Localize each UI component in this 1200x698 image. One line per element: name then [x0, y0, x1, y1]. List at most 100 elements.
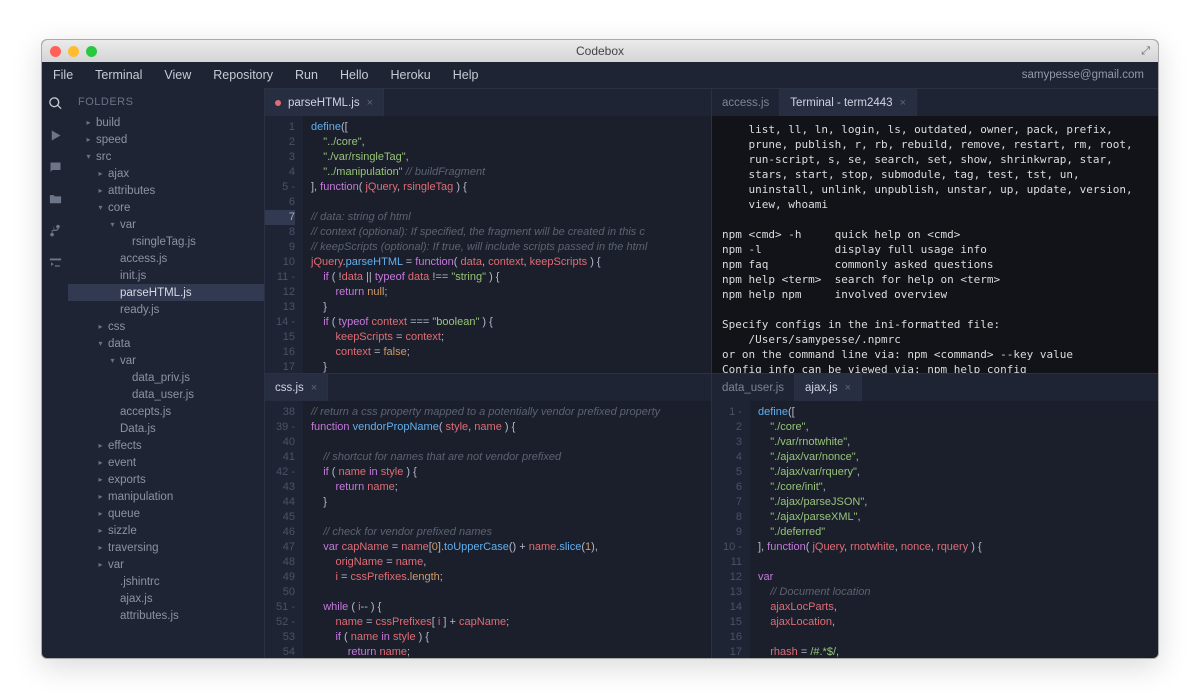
- menu-repository[interactable]: Repository: [202, 68, 284, 82]
- user-email[interactable]: samypesse@gmail.com: [1022, 69, 1158, 81]
- tree-item[interactable]: ▸speed: [68, 131, 264, 148]
- tree-item[interactable]: init.js: [68, 267, 264, 284]
- chevron-icon: ▸: [96, 169, 105, 178]
- tree-item[interactable]: rsingleTag.js: [68, 233, 264, 250]
- menu-hello[interactable]: Hello: [329, 68, 380, 82]
- run-icon[interactable]: [48, 128, 63, 146]
- maximize-button[interactable]: [86, 46, 97, 57]
- tree-item[interactable]: ▸ajax: [68, 165, 264, 182]
- tree-label: manipulation: [108, 491, 173, 503]
- tree-item[interactable]: parseHTML.js: [68, 284, 264, 301]
- expand-icon[interactable]: ⤢: [1141, 45, 1150, 58]
- menu-run[interactable]: Run: [284, 68, 329, 82]
- chat-icon[interactable]: [48, 160, 63, 178]
- sidebar: FOLDERS ▸build▸speed▾src▸ajax▸attributes…: [68, 88, 264, 658]
- tree-label: Data.js: [120, 423, 156, 435]
- close-icon[interactable]: ×: [311, 382, 317, 394]
- tab-bar: css.js×: [265, 374, 711, 401]
- editor[interactable]: 1 2 3 4 5 -6 7 8 9 10 11 -12 13 14 -15 1…: [265, 116, 711, 373]
- chevron-icon: ▸: [96, 543, 105, 552]
- tree-item[interactable]: ▸queue: [68, 505, 264, 522]
- tab[interactable]: parseHTML.js ×: [265, 89, 384, 116]
- pane-bottom-right: data_user.jsajax.js×1 -2 3 4 5 6 7 8 9 1…: [711, 373, 1158, 658]
- chevron-icon: ▸: [84, 118, 93, 127]
- tab[interactable]: css.js×: [265, 374, 328, 401]
- tab[interactable]: data_user.js: [712, 374, 795, 401]
- tree-item[interactable]: ▾core: [68, 199, 264, 216]
- code[interactable]: define([ "../core", "./var/rsingleTag", …: [303, 116, 711, 373]
- tree-item[interactable]: ▾data: [68, 335, 264, 352]
- tab[interactable]: Terminal - term2443 ×: [780, 89, 917, 116]
- tree-item[interactable]: ▸var: [68, 556, 264, 573]
- minimize-button[interactable]: [68, 46, 79, 57]
- tab-bar: parseHTML.js ×: [265, 89, 711, 116]
- tree-item[interactable]: ajax.js: [68, 590, 264, 607]
- tree-label: attributes.js: [120, 610, 179, 622]
- terminal-icon[interactable]: [48, 256, 63, 274]
- tab[interactable]: access.js: [712, 89, 780, 116]
- code[interactable]: define([ "./core", "./var/rnotwhite", ".…: [750, 401, 1158, 658]
- sidebar-header: FOLDERS: [68, 88, 264, 114]
- code[interactable]: // return a css property mapped to a pot…: [303, 401, 711, 658]
- tree-label: queue: [108, 508, 140, 520]
- tree-label: access.js: [120, 253, 167, 265]
- gutter: 38 39 -40 41 42 -43 44 45 46 47 48 49 50…: [265, 401, 303, 658]
- tree-label: data_priv.js: [132, 372, 190, 384]
- tab-label: access.js: [722, 97, 769, 109]
- tree-item[interactable]: ▾var: [68, 352, 264, 369]
- menu-terminal[interactable]: Terminal: [84, 68, 153, 82]
- file-tree: ▸build▸speed▾src▸ajax▸attributes▾core▾va…: [68, 114, 264, 624]
- tree-item[interactable]: ready.js: [68, 301, 264, 318]
- tree-item[interactable]: ▸attributes: [68, 182, 264, 199]
- tree-item[interactable]: data_user.js: [68, 386, 264, 403]
- tree-item[interactable]: ▾var: [68, 216, 264, 233]
- tree-item[interactable]: ▸css: [68, 318, 264, 335]
- editor[interactable]: 38 39 -40 41 42 -43 44 45 46 47 48 49 50…: [265, 401, 711, 658]
- tab-label: parseHTML.js: [288, 97, 360, 109]
- chevron-icon: ▸: [96, 492, 105, 501]
- titlebar[interactable]: Codebox ⤢: [42, 40, 1158, 62]
- tree-item[interactable]: Data.js: [68, 420, 264, 437]
- menu-help[interactable]: Help: [442, 68, 490, 82]
- menu-heroku[interactable]: Heroku: [379, 68, 441, 82]
- tree-item[interactable]: ▾src: [68, 148, 264, 165]
- close-icon[interactable]: ×: [845, 382, 851, 394]
- chevron-icon: ▸: [96, 441, 105, 450]
- close-button[interactable]: [50, 46, 61, 57]
- pane-top-right: access.js Terminal - term2443 × list, ll, …: [711, 88, 1158, 373]
- folder-icon[interactable]: [48, 192, 63, 210]
- chevron-icon: ▸: [96, 560, 105, 569]
- tree-label: attributes: [108, 185, 155, 197]
- tree-label: var: [108, 559, 124, 571]
- tree-item[interactable]: ▸effects: [68, 437, 264, 454]
- menu-file[interactable]: File: [42, 68, 84, 82]
- menu-view[interactable]: View: [153, 68, 202, 82]
- terminal[interactable]: list, ll, ln, login, ls, outdated, owner…: [712, 116, 1158, 373]
- tree-item[interactable]: ▸traversing: [68, 539, 264, 556]
- close-icon[interactable]: ×: [900, 97, 906, 109]
- tree-item[interactable]: .jshintrc: [68, 573, 264, 590]
- tree-item[interactable]: ▸exports: [68, 471, 264, 488]
- chevron-icon: ▾: [96, 203, 105, 212]
- git-icon[interactable]: [48, 224, 63, 242]
- tree-label: css: [108, 321, 125, 333]
- tree-item[interactable]: ▸sizzle: [68, 522, 264, 539]
- tree-item[interactable]: ▸build: [68, 114, 264, 131]
- tree-item[interactable]: ▸manipulation: [68, 488, 264, 505]
- pane-bottom-left: css.js×38 39 -40 41 42 -43 44 45 46 47 4…: [264, 373, 711, 658]
- tree-item[interactable]: data_priv.js: [68, 369, 264, 386]
- close-icon[interactable]: ×: [367, 97, 373, 109]
- chevron-icon: ▸: [96, 458, 105, 467]
- editor[interactable]: 1 -2 3 4 5 6 7 8 9 10 -11 12 13 14 15 16…: [712, 401, 1158, 658]
- tree-label: ajax.js: [120, 593, 153, 605]
- tree-label: accepts.js: [120, 406, 171, 418]
- gutter: 1 2 3 4 5 -6 7 8 9 10 11 -12 13 14 -15 1…: [265, 116, 303, 373]
- editor-grid: parseHTML.js × 1 2 3 4 5 -6 7 8 9 10 11 -1…: [264, 88, 1158, 658]
- tree-item[interactable]: attributes.js: [68, 607, 264, 624]
- tree-item[interactable]: access.js: [68, 250, 264, 267]
- tree-item[interactable]: accepts.js: [68, 403, 264, 420]
- search-icon[interactable]: [48, 96, 63, 114]
- tree-item[interactable]: ▸event: [68, 454, 264, 471]
- tab[interactable]: ajax.js×: [795, 374, 862, 401]
- tab-label: Terminal - term2443: [790, 97, 892, 109]
